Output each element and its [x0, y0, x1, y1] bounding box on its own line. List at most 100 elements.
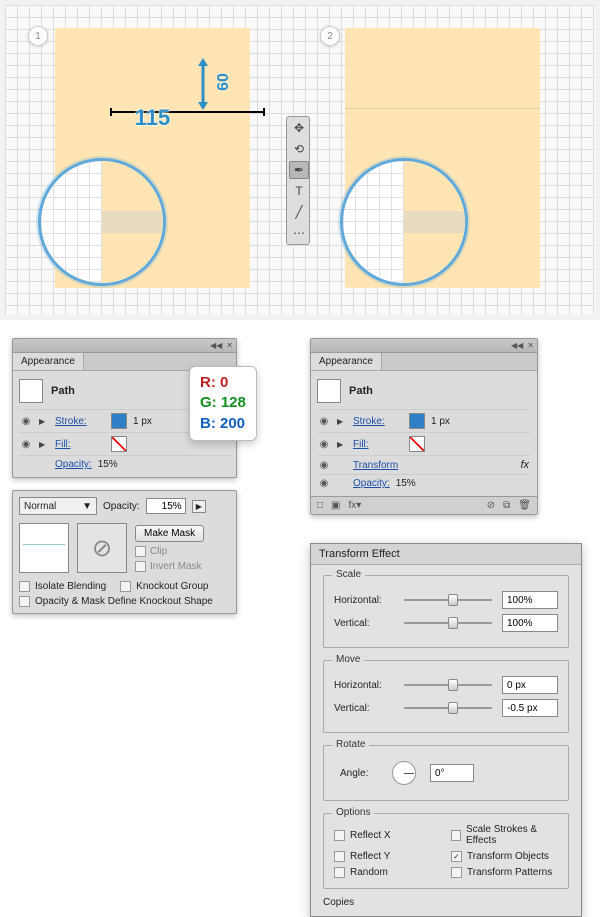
trash-icon[interactable]: 🗑 — [518, 500, 531, 511]
fill-swatch[interactable] — [409, 436, 425, 452]
opacity-label[interactable]: Opacity: — [55, 459, 92, 470]
opacity-mask-define-checkbox[interactable] — [19, 596, 30, 607]
mini-toolbox: ✥ ⟲ ✒ T ╱ ⋯ — [286, 116, 310, 245]
item-name: Path — [349, 385, 373, 397]
move-vertical-input[interactable] — [502, 699, 558, 717]
item-swatch[interactable] — [19, 379, 43, 403]
tool-type[interactable]: T — [289, 182, 309, 200]
angle-knob[interactable] — [392, 761, 416, 785]
visibility-toggle[interactable]: ◉ — [317, 416, 331, 427]
random-label: Random — [350, 867, 388, 878]
close-icon[interactable]: ✕ — [527, 341, 534, 350]
expand-icon[interactable]: ▶ — [337, 440, 347, 449]
isolate-label: Isolate Blending — [35, 581, 106, 592]
chevron-right-icon[interactable]: ▶ — [192, 500, 206, 513]
stroke-value[interactable]: 1 px — [431, 416, 450, 427]
visibility-toggle[interactable]: ◉ — [317, 478, 331, 489]
step-badge-1: 1 — [28, 26, 48, 46]
move-vertical-slider[interactable] — [404, 701, 492, 715]
stroke-swatch[interactable] — [111, 413, 127, 429]
tool-other[interactable]: ⋯ — [289, 224, 309, 242]
panel-tabs: Appearance — [311, 353, 537, 371]
item-swatch[interactable] — [317, 379, 341, 403]
new-stroke-icon[interactable]: ▣ — [331, 500, 340, 511]
move-legend: Move — [332, 654, 364, 665]
appearance-tab[interactable]: Appearance — [311, 353, 382, 370]
dialog-title: Transform Effect — [311, 544, 581, 565]
clip-checkbox[interactable] — [135, 546, 146, 557]
rgb-g-value: G: 128 — [200, 393, 246, 413]
scale-vertical-label: Vertical: — [334, 618, 394, 629]
vertical-arrow — [193, 58, 213, 110]
lens-bar — [404, 211, 465, 233]
close-icon[interactable]: ✕ — [226, 341, 233, 350]
tool-pen[interactable]: ✒ — [289, 161, 309, 179]
random-checkbox[interactable] — [334, 867, 345, 878]
clip-label: Clip — [150, 546, 167, 557]
fill-label[interactable]: Fill: — [353, 439, 403, 450]
panel-footer: □ ▣ fx▾ ⊘ ⧉ 🗑 — [311, 496, 537, 514]
collapse-icon[interactable]: ◀◀ — [210, 341, 222, 350]
clear-icon[interactable]: ⊘ — [487, 500, 495, 511]
scale-vertical-input[interactable] — [502, 614, 558, 632]
visibility-toggle[interactable]: ◉ — [317, 460, 331, 471]
object-thumbnail[interactable] — [19, 523, 69, 573]
knockout-group-checkbox[interactable] — [120, 581, 131, 592]
move-horizontal-slider[interactable] — [404, 678, 492, 692]
expand-icon[interactable]: ▶ — [337, 417, 347, 426]
new-fill-icon[interactable]: □ — [317, 500, 323, 511]
opacity-input[interactable] — [146, 498, 186, 514]
options-fieldset: Options Reflect X Scale Strokes & Effect… — [323, 813, 569, 889]
fill-label[interactable]: Fill: — [55, 439, 105, 450]
reflect-y-label: Reflect Y — [350, 851, 390, 862]
invert-mask-label: Invert Mask — [150, 561, 202, 572]
tool-lasso[interactable]: ⟲ — [289, 140, 309, 158]
collapse-icon[interactable]: ◀◀ — [511, 341, 523, 350]
transform-label[interactable]: Transform — [353, 460, 398, 471]
scale-horizontal-input[interactable] — [502, 591, 558, 609]
rgb-b-value: B: 200 — [200, 414, 246, 434]
stroke-swatch[interactable] — [409, 413, 425, 429]
blend-mode-value: Normal — [24, 501, 56, 512]
expand-icon[interactable]: ▶ — [39, 417, 49, 426]
mask-thumbnail[interactable]: ⊘ — [77, 523, 127, 573]
tutorial-canvas-area: 1 2 60 115 ✥ ⟲ ✒ T ╱ ⋯ — [0, 0, 600, 320]
fx-menu-icon[interactable]: fx▾ — [349, 500, 362, 511]
stroke-value[interactable]: 1 px — [133, 416, 152, 427]
transform-objects-checkbox[interactable]: ✓ — [451, 851, 462, 862]
reflect-y-checkbox[interactable] — [334, 851, 345, 862]
transform-patterns-checkbox[interactable] — [451, 867, 462, 878]
tool-1[interactable]: ✥ — [289, 119, 309, 137]
visibility-toggle[interactable]: ◉ — [19, 416, 33, 427]
reflect-x-checkbox[interactable] — [334, 830, 345, 841]
appearance-tab[interactable]: Appearance — [13, 353, 84, 370]
rotate-angle-input[interactable] — [430, 764, 474, 782]
tool-line[interactable]: ╱ — [289, 203, 309, 221]
make-mask-button[interactable]: Make Mask — [135, 525, 204, 542]
thin-path-line — [345, 108, 540, 109]
opacity-value[interactable]: 15% — [98, 459, 118, 470]
expand-icon[interactable]: ▶ — [39, 440, 49, 449]
height-label: 60 — [215, 73, 233, 91]
rotate-legend: Rotate — [332, 739, 369, 750]
scale-horizontal-slider[interactable] — [404, 593, 492, 607]
visibility-toggle[interactable]: ◉ — [19, 439, 33, 450]
move-horizontal-input[interactable] — [502, 676, 558, 694]
stroke-label[interactable]: Stroke: — [353, 416, 403, 427]
zoom-lens-2 — [340, 158, 468, 286]
isolate-blending-checkbox[interactable] — [19, 581, 30, 592]
opacity-label[interactable]: Opacity: — [353, 478, 390, 489]
fx-icon[interactable]: fx — [520, 459, 531, 471]
invert-mask-checkbox[interactable] — [135, 561, 146, 572]
blend-mode-select[interactable]: Normal ▼ — [19, 497, 97, 515]
options-legend: Options — [332, 807, 374, 818]
scale-strokes-checkbox[interactable] — [451, 830, 461, 841]
scale-vertical-slider[interactable] — [404, 616, 492, 630]
appearance-panel-2: ◀◀ ✕ Appearance Path ◉ ▶ Stroke: — [310, 338, 538, 515]
visibility-toggle[interactable]: ◉ — [317, 439, 331, 450]
duplicate-icon[interactable]: ⧉ — [503, 500, 510, 511]
stroke-label[interactable]: Stroke: — [55, 416, 105, 427]
opacity-value[interactable]: 15% — [396, 478, 416, 489]
width-label: 115 — [55, 105, 250, 131]
fill-swatch[interactable] — [111, 436, 127, 452]
